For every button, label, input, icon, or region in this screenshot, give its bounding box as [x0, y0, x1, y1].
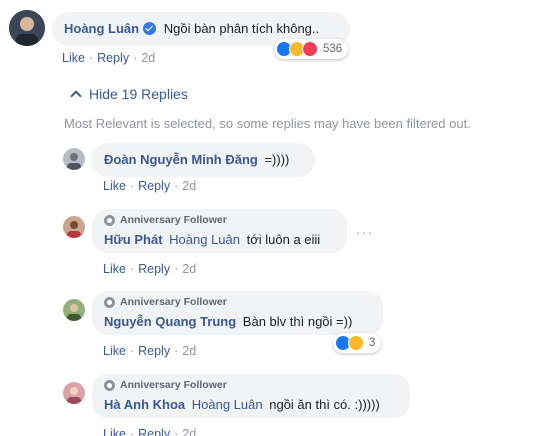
reply-author[interactable]: Đoàn Nguyễn Minh Đăng	[104, 152, 258, 167]
badge-label: Anniversary Follower	[120, 214, 227, 226]
separator: ·	[88, 51, 94, 65]
filter-notice: Most Relevant is selected, so some repli…	[64, 116, 471, 131]
like-button[interactable]: Like	[103, 179, 126, 193]
reply-author[interactable]: Nguyễn Quang Trung	[104, 314, 236, 329]
reaction-summary[interactable]: 3	[333, 333, 382, 353]
more-options-icon[interactable]: ···	[356, 224, 373, 240]
reply-bubble: Anniversary Follower Hữu Phát Hoàng Luân…	[92, 209, 347, 253]
reaction-summary[interactable]: 536	[274, 39, 349, 59]
timestamp[interactable]: 2d	[182, 344, 196, 358]
avatar-huu-phat[interactable]	[63, 216, 85, 238]
badge: Anniversary Follower	[104, 214, 227, 226]
hide-replies-toggle[interactable]: Hide 19 Replies	[70, 86, 188, 102]
reaction-count: 3	[369, 337, 376, 349]
verified-icon	[143, 22, 157, 35]
like-button[interactable]: Like	[103, 427, 126, 436]
reply-actions: Like · Reply · 2d	[103, 344, 196, 358]
separator: ·	[174, 262, 179, 276]
separator: ·	[174, 179, 179, 193]
avatar-ha-anh-khoa[interactable]	[63, 382, 85, 404]
reply-button[interactable]: Reply	[138, 427, 170, 436]
comment-text: Ngồi bàn phân tích không..	[163, 21, 320, 36]
badge-label: Anniversary Follower	[120, 379, 227, 391]
badge: Anniversary Follower	[104, 296, 227, 308]
timestamp[interactable]: 2d	[182, 262, 196, 276]
comment-actions: Like · Reply · 2d	[62, 51, 155, 65]
badge-label: Anniversary Follower	[120, 296, 227, 308]
separator: ·	[133, 51, 138, 65]
avatar-doan-nguyen-minh-dang[interactable]	[63, 148, 85, 170]
reply-bubble: Anniversary Follower Nguyễn Quang Trung …	[92, 291, 383, 335]
reply-bubble: Anniversary Follower Hà Anh Khoa Hoàng L…	[92, 374, 410, 418]
separator: ·	[129, 427, 135, 436]
badge: Anniversary Follower	[104, 379, 227, 391]
avatar-nguyen-quang-trung[interactable]	[63, 299, 85, 321]
love-icon	[302, 41, 318, 57]
chevron-up-icon	[70, 90, 82, 102]
reply-author[interactable]: Hữu Phát	[104, 232, 163, 247]
haha-icon	[348, 335, 364, 351]
reply-bubble: Đoàn Nguyễn Minh Đăng =))))	[92, 143, 315, 177]
reply-actions: Like · Reply · 2d	[103, 427, 196, 436]
anniversary-badge-icon	[104, 214, 115, 226]
reply-text: =))))	[264, 152, 290, 167]
reply-button[interactable]: Reply	[138, 262, 170, 276]
reply-text: tới luôn a eiii	[246, 232, 321, 247]
reply-actions: Like · Reply · 2d	[103, 179, 196, 193]
separator: ·	[174, 344, 179, 358]
separator: ·	[129, 262, 135, 276]
like-button[interactable]: Like	[103, 344, 126, 358]
avatar-hoang-luan[interactable]	[9, 10, 45, 46]
reply-text: Bàn blv thì ngồi =))	[242, 314, 353, 329]
mention-link[interactable]: Hoàng Luân	[192, 397, 263, 412]
separator: ·	[129, 344, 135, 358]
reaction-count: 536	[323, 43, 343, 55]
timestamp[interactable]: 2d	[141, 51, 155, 65]
timestamp[interactable]: 2d	[182, 179, 196, 193]
reply-button[interactable]: Reply	[138, 179, 170, 193]
comment-author[interactable]: Hoàng Luân	[64, 21, 139, 36]
mention-link[interactable]: Hoàng Luân	[169, 232, 240, 247]
reply-button[interactable]: Reply	[97, 51, 129, 65]
separator: ·	[174, 427, 179, 436]
reply-button[interactable]: Reply	[138, 344, 170, 358]
separator: ·	[129, 179, 135, 193]
like-button[interactable]: Like	[62, 51, 85, 65]
reply-text: ngồi ăn thì có. :)))))	[269, 397, 380, 412]
anniversary-badge-icon	[104, 296, 115, 308]
reply-actions: Like · Reply · 2d	[103, 262, 196, 276]
reply-author[interactable]: Hà Anh Khoa	[104, 397, 185, 412]
timestamp[interactable]: 2d	[182, 427, 196, 436]
hide-replies-label: Hide 19 Replies	[89, 86, 188, 102]
anniversary-badge-icon	[104, 379, 115, 391]
like-button[interactable]: Like	[103, 262, 126, 276]
